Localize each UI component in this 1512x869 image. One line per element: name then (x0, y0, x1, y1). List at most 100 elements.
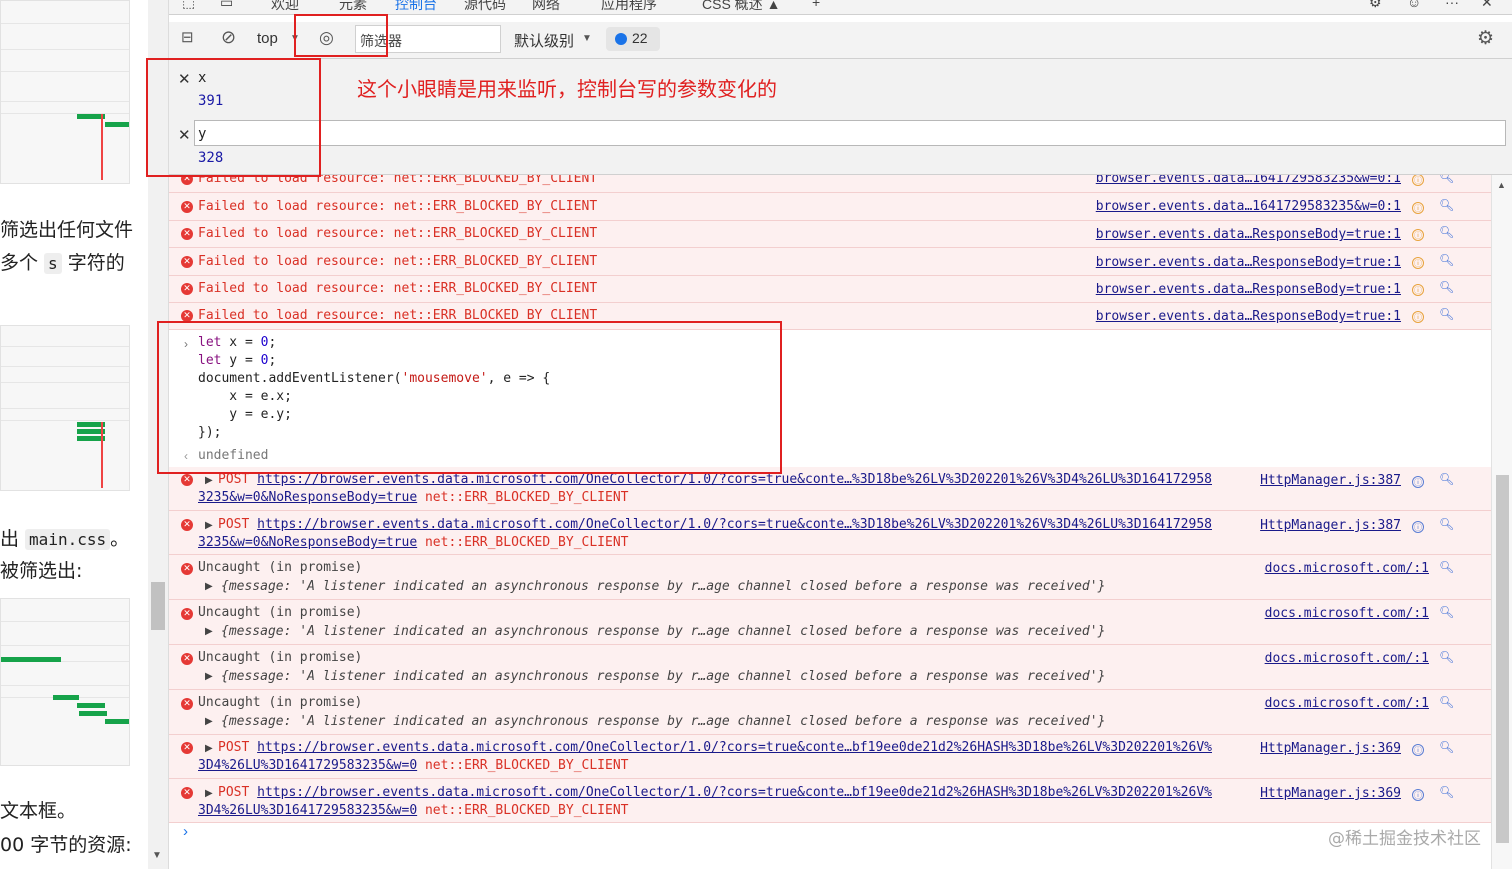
info-icon[interactable]: ⓘ (1412, 521, 1424, 533)
log-message: 3235&w=0&NoResponseBody=true net::ERR_BL… (198, 535, 629, 550)
article-line: 多个 s 字符的 (0, 252, 125, 274)
log-row: ✕ Uncaught (in promise) ▶ {message: 'A l… (169, 645, 1491, 690)
search-icon[interactable]: 🔍︎ (1439, 517, 1454, 531)
search-icon[interactable]: 🔍︎ (1439, 695, 1454, 709)
source-link[interactable]: docs.microsoft.com/:1 (1265, 696, 1429, 711)
inspect-icon[interactable]: ⬚ (182, 0, 195, 11)
log-message: 3D4%26LU%3D1641729583235&w=0 net::ERR_BL… (198, 803, 629, 818)
log-message: Failed to load resource: net::ERR_BLOCKE… (198, 281, 598, 296)
insights-icon[interactable]: ⓘ (1412, 257, 1424, 269)
search-icon[interactable]: 🔍︎ (1439, 785, 1454, 799)
error-icon: ✕ (181, 256, 193, 268)
new-tab-button[interactable]: + (812, 0, 820, 10)
search-icon[interactable]: 🔍︎ (1439, 560, 1454, 574)
source-link[interactable]: HttpManager.js:387 (1260, 473, 1401, 488)
error-icon: ✕ (181, 228, 193, 240)
tab-application[interactable]: 应用程序 (601, 0, 657, 14)
chevron-down-icon[interactable]: ▼ (582, 33, 592, 44)
scroll-down-arrow-icon[interactable]: ▼ (152, 850, 162, 861)
insights-icon[interactable]: ⓘ (1412, 284, 1424, 296)
source-link[interactable]: docs.microsoft.com/:1 (1265, 606, 1429, 621)
console-scrollbar[interactable]: ▲ (1491, 175, 1512, 869)
source-link[interactable]: browser.events.data…1641729583235&w=0:1 (1096, 199, 1401, 214)
scrollbar-thumb[interactable] (1496, 475, 1509, 843)
tab-network[interactable]: 网络 (532, 0, 560, 14)
insights-icon[interactable]: ⓘ (1412, 229, 1424, 241)
log-row: ✕ Failed to load resource: net::ERR_BLOC… (169, 248, 1491, 276)
source-link[interactable]: HttpManager.js:387 (1260, 518, 1401, 533)
source-link[interactable]: HttpManager.js:369 (1260, 741, 1401, 756)
insights-icon[interactable]: ⓘ (1412, 175, 1424, 186)
search-icon[interactable]: 🔍︎ (1439, 225, 1454, 239)
log-detail: {message: 'A listener indicated an async… (221, 624, 1106, 639)
source-link[interactable]: browser.events.data…ResponseBody=true:1 (1096, 309, 1401, 324)
search-icon[interactable]: 🔍︎ (1439, 198, 1454, 212)
search-icon[interactable]: 🔍︎ (1439, 605, 1454, 619)
scroll-up-arrow-icon[interactable]: ▲ (1497, 180, 1506, 190)
expand-triangle-icon[interactable]: ▶ (205, 743, 213, 754)
search-icon[interactable]: 🔍︎ (1439, 307, 1454, 321)
issues-badge[interactable]: 22 (606, 27, 660, 51)
live-expression-input[interactable] (194, 120, 1506, 146)
source-link[interactable]: browser.events.data…ResponseBody=true:1 (1096, 255, 1401, 270)
source-link[interactable]: docs.microsoft.com/:1 (1265, 561, 1429, 576)
article-line: 被筛选出: (0, 560, 83, 582)
log-message: 3D4%26LU%3D1641729583235&w=0 net::ERR_BL… (198, 758, 629, 773)
expand-triangle-icon[interactable]: ▶ (205, 581, 213, 592)
source-link[interactable]: browser.events.data…ResponseBody=true:1 (1096, 282, 1401, 297)
log-message: Uncaught (in promise) (198, 650, 363, 665)
search-icon[interactable]: 🔍︎ (1439, 253, 1454, 267)
gear-icon[interactable]: ⚙ (1477, 27, 1494, 50)
log-message: Uncaught (in promise) (198, 605, 363, 620)
info-icon[interactable]: ⓘ (1412, 789, 1424, 801)
annotation-text: 这个小眼睛是用来监听，控制台写的参数变化的 (357, 77, 777, 101)
log-row: ✕ ▶ POST https://browser.events.data.mic… (169, 735, 1491, 779)
context-select[interactable]: top (257, 30, 278, 47)
article-line: 文本框。 (0, 800, 77, 822)
device-toggle-icon[interactable]: ▭ (220, 0, 233, 11)
tab-elements[interactable]: 元素 (339, 0, 367, 14)
error-icon: ✕ (181, 653, 193, 665)
expand-triangle-icon[interactable]: ▶ (205, 671, 213, 682)
log-row: ✕ Uncaught (in promise) ▶ {message: 'A l… (169, 690, 1491, 735)
insights-icon[interactable]: ⓘ (1412, 311, 1424, 323)
log-row: ✕ Uncaught (in promise) ▶ {message: 'A l… (169, 555, 1491, 600)
source-link[interactable]: browser.events.data…ResponseBody=true:1 (1096, 227, 1401, 242)
more-icon[interactable]: ··· (1445, 0, 1459, 10)
console-prompt-icon[interactable]: › (183, 823, 188, 840)
feedback-icon[interactable]: ☺ (1407, 0, 1421, 10)
log-level-select[interactable]: 默认级别 (514, 30, 574, 51)
search-icon[interactable]: 🔍︎ (1439, 175, 1454, 184)
log-row: ✕ ▶ POST https://browser.events.data.mic… (169, 511, 1491, 555)
expand-triangle-icon[interactable]: ▶ (205, 475, 213, 486)
source-link[interactable]: browser.events.data…1641729583235&w=0:1 (1096, 175, 1401, 186)
log-row: ✕ Failed to load resource: net::ERR_BLOC… (169, 221, 1491, 248)
expand-triangle-icon[interactable]: ▶ (205, 716, 213, 727)
screenshot-thumbnail (0, 598, 130, 766)
tab-console[interactable]: 控制台 (395, 0, 437, 14)
tab-sources[interactable]: 源代码 (464, 0, 506, 14)
log-detail: {message: 'A listener indicated an async… (221, 714, 1106, 729)
log-message: Failed to load resource: net::ERR_BLOCKE… (198, 199, 598, 214)
close-devtools-icon[interactable]: ✕ (1481, 0, 1493, 11)
clear-console-icon[interactable]: ⊘ (221, 27, 236, 48)
expand-triangle-icon[interactable]: ▶ (205, 520, 213, 531)
scrollbar-thumb[interactable] (151, 582, 165, 630)
article-line: 筛选出任何文件 (0, 219, 134, 241)
tab-welcome[interactable]: 欢迎 (271, 0, 299, 14)
sidebar-toggle-icon[interactable]: ⊟ (181, 28, 194, 46)
tab-css-overview[interactable]: CSS 概述 ▲ (702, 0, 780, 14)
info-icon[interactable]: ⓘ (1412, 744, 1424, 756)
search-icon[interactable]: 🔍︎ (1439, 740, 1454, 754)
search-icon[interactable]: 🔍︎ (1439, 472, 1454, 486)
expand-triangle-icon[interactable]: ▶ (205, 788, 213, 799)
source-link[interactable]: HttpManager.js:369 (1260, 786, 1401, 801)
settings-icon[interactable]: ⚙ (1369, 0, 1382, 11)
search-icon[interactable]: 🔍︎ (1439, 650, 1454, 664)
source-link[interactable]: docs.microsoft.com/:1 (1265, 651, 1429, 666)
insights-icon[interactable]: ⓘ (1412, 202, 1424, 214)
info-icon[interactable]: ⓘ (1412, 476, 1424, 488)
log-row: ✕ ▶ POST https://browser.events.data.mic… (169, 779, 1491, 823)
expand-triangle-icon[interactable]: ▶ (205, 626, 213, 637)
search-icon[interactable]: 🔍︎ (1439, 280, 1454, 294)
